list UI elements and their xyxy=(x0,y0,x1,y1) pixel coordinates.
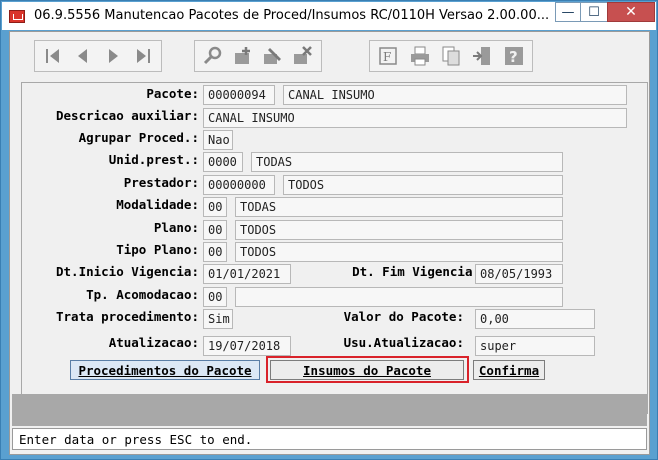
navigation-toolbar xyxy=(34,40,162,72)
copy-pages-icon xyxy=(442,46,460,66)
first-record-button[interactable] xyxy=(38,42,67,70)
valor-pacote-field[interactable]: 0,00 xyxy=(475,309,595,329)
status-message: Enter data or press ESC to end. xyxy=(19,432,253,447)
last-record-icon xyxy=(137,49,151,63)
trata-proc-label: Trata procedimento: xyxy=(56,309,199,324)
maximize-icon: ☐ xyxy=(588,4,600,20)
form-panel: Pacote: 00000094 CANAL INSUMO Descricao … xyxy=(21,82,648,414)
previous-record-button[interactable] xyxy=(68,42,97,70)
add-record-icon xyxy=(234,47,250,64)
plano-code-field[interactable]: 00 xyxy=(203,220,227,240)
previous-record-icon xyxy=(77,49,87,63)
minimize-icon: — xyxy=(561,4,575,20)
tipo-plano-label: Tipo Plano: xyxy=(116,242,199,257)
usu-atualizacao-field: super xyxy=(475,336,595,356)
first-record-icon xyxy=(45,49,59,63)
procedimentos-button[interactable]: Procedimentos do Pacote xyxy=(70,360,260,380)
tipo-plano-code-field[interactable]: 00 xyxy=(203,242,227,262)
prestador-label: Prestador: xyxy=(123,175,199,190)
descricao-label: Descricao auxiliar: xyxy=(56,108,199,123)
pacote-code-field[interactable]: 00000094 xyxy=(203,85,275,105)
next-record-button[interactable] xyxy=(99,42,128,70)
search-key-button[interactable] xyxy=(198,42,227,70)
print-icon xyxy=(410,46,429,66)
plano-label: Plano: xyxy=(153,220,199,235)
exit-button[interactable] xyxy=(467,42,497,70)
descricao-field[interactable]: CANAL INSUMO xyxy=(203,108,627,128)
prestador-desc-field: TODOS xyxy=(283,175,563,195)
agrupar-field[interactable]: Nao xyxy=(203,130,233,150)
print-button[interactable] xyxy=(404,42,434,70)
separator-bar xyxy=(12,394,647,426)
edit-toolbar xyxy=(194,40,322,72)
tools-toolbar: F ? xyxy=(369,40,533,72)
minimize-button[interactable]: — xyxy=(555,2,581,22)
modalidade-code-field[interactable]: 00 xyxy=(203,197,227,217)
insumos-button[interactable]: Insumos do Pacote xyxy=(270,360,464,380)
dt-inicio-label: Dt.Inicio Vigencia: xyxy=(56,264,199,279)
next-record-icon xyxy=(109,49,119,63)
exit-door-icon xyxy=(473,47,491,65)
search-key-icon xyxy=(203,46,221,65)
main-window: 06.9.5556 Manutencao Pacotes de Proced/I… xyxy=(0,0,658,460)
plano-desc-field: TODOS xyxy=(235,220,563,240)
app-icon xyxy=(9,10,25,23)
add-record-button[interactable] xyxy=(228,42,257,70)
edit-record-button[interactable] xyxy=(259,42,288,70)
tp-acomodacao-label: Tp. Acomodacao: xyxy=(86,287,199,302)
delete-record-icon xyxy=(294,46,313,64)
prestador-code-field[interactable]: 00000000 xyxy=(203,175,275,195)
tp-acomodacao-code-field[interactable]: 00 xyxy=(203,287,227,307)
pacote-label: Pacote: xyxy=(146,86,199,101)
confirma-button[interactable]: Confirma xyxy=(473,360,545,380)
last-record-button[interactable] xyxy=(129,42,158,70)
dt-inicio-field[interactable]: 01/01/2021 xyxy=(203,264,291,284)
copy-button[interactable] xyxy=(436,42,466,70)
valor-pacote-label: Valor do Pacote: xyxy=(343,309,464,324)
close-button[interactable]: ✕ xyxy=(607,2,655,22)
edit-pencil-icon xyxy=(264,48,282,64)
modalidade-desc-field: TODAS xyxy=(235,197,563,217)
title-bar: 06.9.5556 Manutencao Pacotes de Proced/I… xyxy=(2,2,656,30)
tipo-plano-desc-field: TODOS xyxy=(235,242,563,262)
filter-button[interactable]: F xyxy=(373,42,403,70)
maximize-button[interactable]: ☐ xyxy=(580,2,608,22)
window-title: 06.9.5556 Manutencao Pacotes de Proced/I… xyxy=(34,8,550,23)
filter-icon: F xyxy=(379,47,397,65)
close-icon: ✕ xyxy=(625,4,637,20)
dt-fim-label: Dt. Fim Vigencia: xyxy=(352,264,480,279)
atualizacao-label: Atualizacao: xyxy=(108,335,199,350)
usu-atualizacao-label: Usu.Atualizacao: xyxy=(343,335,464,350)
unid-prest-code-field[interactable]: 0000 xyxy=(203,152,243,172)
modalidade-label: Modalidade: xyxy=(116,197,199,212)
trata-proc-field[interactable]: Sim xyxy=(203,309,233,329)
unid-prest-label: Unid.prest.: xyxy=(108,152,199,167)
pacote-desc-field: CANAL INSUMO xyxy=(283,85,627,105)
status-bar: Enter data or press ESC to end. xyxy=(12,428,647,450)
delete-record-button[interactable] xyxy=(289,42,318,70)
atualizacao-field: 19/07/2018 xyxy=(203,336,291,356)
svg-text:?: ? xyxy=(509,48,518,66)
agrupar-label: Agrupar Proced.: xyxy=(78,130,199,145)
tp-acomodacao-desc-field xyxy=(235,287,563,307)
dt-fim-field[interactable]: 08/05/1993 xyxy=(475,264,563,284)
help-button[interactable]: ? xyxy=(499,42,529,70)
help-icon: ? xyxy=(504,47,523,66)
client-area: F ? Pacote: 00000094 CANAL INSUMO Descri… xyxy=(9,31,650,455)
unid-prest-desc-field: TODAS xyxy=(251,152,563,172)
svg-text:F: F xyxy=(383,50,391,64)
